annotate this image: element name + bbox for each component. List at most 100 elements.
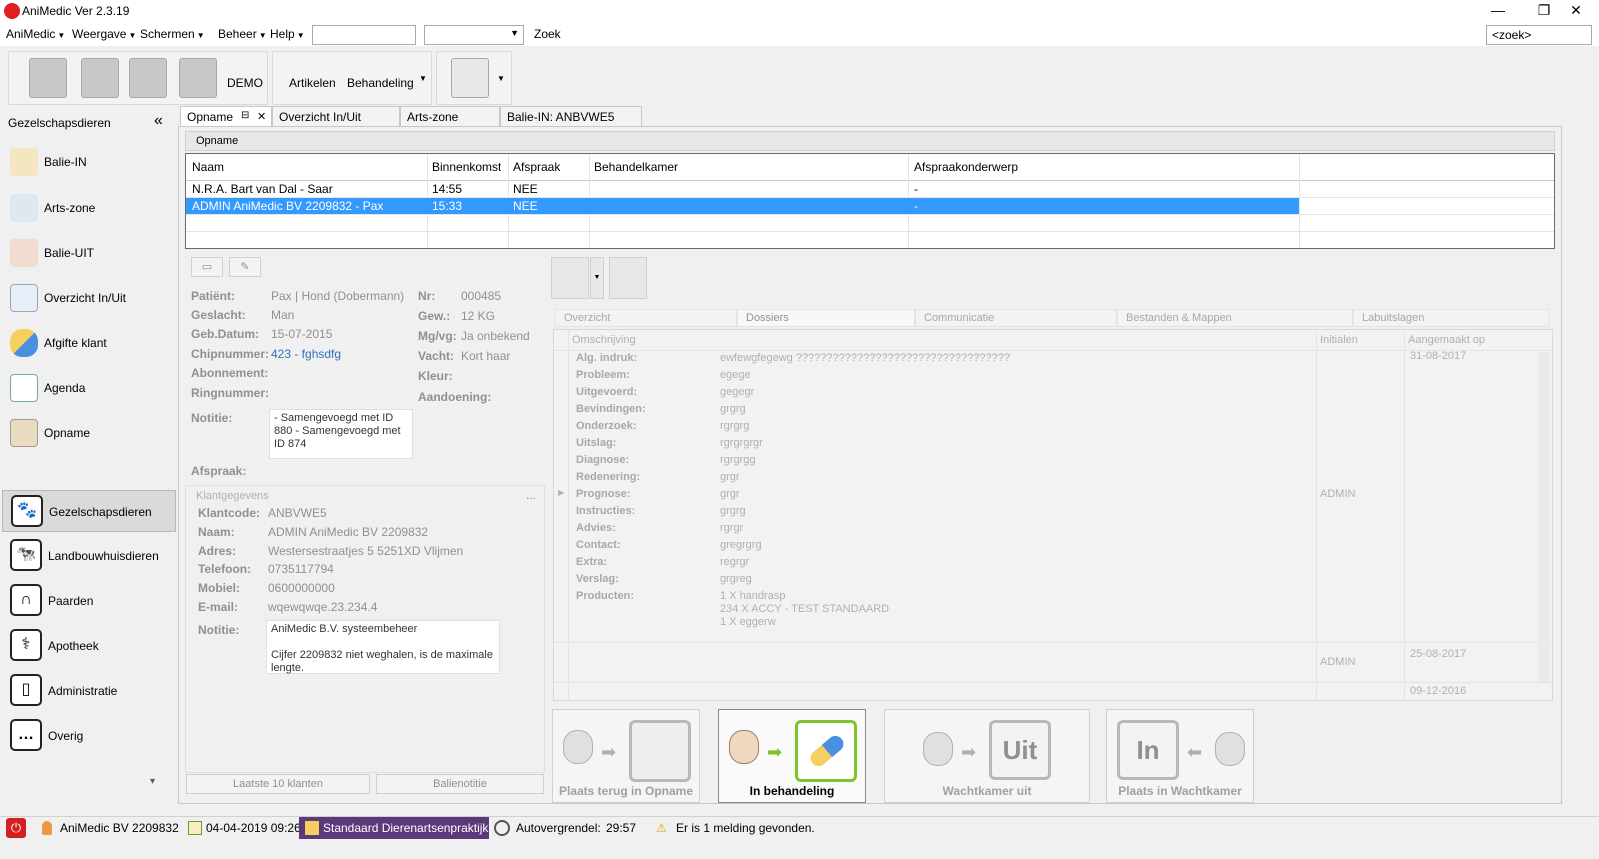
artikelen-button[interactable]: Artikelen	[289, 76, 336, 90]
category-landbouwhuisdieren[interactable]: 🐄 Landbouwhuisdieren	[2, 535, 176, 577]
menu-beheer[interactable]: Beheer ▼	[218, 27, 267, 41]
menu-schermen[interactable]: Schermen ▼	[140, 27, 205, 41]
row-2-naam[interactable]: ADMIN AniMedic BV 2209832 - Pax	[192, 199, 383, 213]
category-gezelschapsdieren[interactable]: 🐾 Gezelschapsdieren	[2, 490, 176, 532]
row-1-afspraak[interactable]: NEE	[513, 182, 538, 196]
new-dossier-icon[interactable]	[551, 257, 589, 299]
tab-balie-in[interactable]: Balie-IN: ANBVWE5	[500, 106, 642, 126]
quick-select[interactable]: ▼	[424, 25, 524, 45]
sidebar: Gezelschapsdieren « Balie-IN Arts-zone B…	[0, 108, 178, 816]
expand-row-icon[interactable]: ▶	[558, 488, 564, 497]
global-search-input[interactable]: <zoek>	[1486, 25, 1592, 45]
column-naam[interactable]: Naam	[192, 160, 224, 174]
dossier-field-value: egege	[720, 369, 751, 381]
sidebar-item-agenda[interactable]: Agenda	[8, 368, 172, 408]
label-ringnummer: Ringnummer:	[191, 386, 269, 400]
print-icon[interactable]: ▭	[191, 257, 223, 277]
sidebar-item-afgifte[interactable]: Afgifte klant	[8, 323, 172, 363]
power-icon[interactable]: ⏻	[6, 818, 26, 838]
row-1-binnenkomst[interactable]: 14:55	[432, 182, 462, 196]
edit-note-icon[interactable]: ✎	[229, 257, 261, 277]
close-window-button[interactable]: ✕	[1553, 0, 1599, 22]
calendar-icon	[10, 374, 38, 402]
status-message[interactable]: Er is 1 melding gevonden.	[676, 821, 815, 835]
row-2-onderwerp[interactable]: -	[914, 199, 918, 213]
behandeling-button[interactable]: Behandeling	[347, 76, 414, 90]
row-2-afspraak[interactable]: NEE	[513, 199, 538, 213]
tab-overzicht[interactable]: Overzicht In/Uit	[272, 106, 400, 126]
window-title: AniMedic Ver 2.3.19	[22, 4, 130, 18]
plaats-wachtkamer-button[interactable]: In ⬅ Plaats in Wachtkamer	[1106, 709, 1254, 803]
dossier-field-value: rgrgrgg	[720, 454, 756, 466]
edit-dossier-icon[interactable]	[609, 257, 647, 299]
laatste-klanten-button[interactable]: Laatste 10 klanten	[186, 774, 370, 794]
tab-overzicht-dossier[interactable]: Overzicht	[555, 309, 737, 327]
menu-weergave[interactable]: Weergave ▼	[72, 27, 136, 41]
tab-bestanden[interactable]: Bestanden & Mappen	[1117, 309, 1353, 327]
dossier-field-label: Redenering:	[576, 471, 641, 483]
value-chipnummer[interactable]: 423 - fghsdfg	[271, 347, 341, 361]
minimize-button[interactable]: —	[1475, 0, 1521, 22]
in-behandeling-button[interactable]: ➡ In behandeling	[718, 709, 866, 803]
row-1-naam[interactable]: N.R.A. Bart van Dal - Saar	[192, 182, 333, 196]
column-afspraakonderwerp[interactable]: Afspraakonderwerp	[914, 160, 1018, 174]
category-overig[interactable]: … Overig	[2, 715, 176, 757]
delete-icon[interactable]	[179, 58, 217, 98]
wachtkamer-uit-button[interactable]: ➡ Uit Wachtkamer uit	[884, 709, 1090, 803]
new-document-icon[interactable]	[29, 58, 67, 98]
copy-icon[interactable]	[451, 58, 489, 98]
balienotitie-button[interactable]: Balienotitie	[376, 774, 544, 794]
demo-label[interactable]: DEMO	[227, 76, 263, 90]
dossier-field-value: rgrgrgrgr	[720, 437, 763, 449]
horseshoe-icon: ∩	[10, 584, 42, 616]
category-apotheek[interactable]: ⚕ Apotheek	[2, 625, 176, 667]
sidebar-item-balie-uit[interactable]: Balie-UIT	[8, 233, 172, 273]
chevron-down-icon[interactable]: ▼	[590, 257, 604, 299]
chevron-down-icon[interactable]: ▼	[419, 74, 427, 83]
column-omschrijving[interactable]: Omschrijving	[572, 334, 636, 346]
practice-badge[interactable]: Standaard Dierenartsenpraktijk	[299, 817, 489, 839]
menu-animedic[interactable]: AniMedic ▼	[6, 27, 65, 41]
sidebar-item-arts-zone[interactable]: Arts-zone	[8, 188, 172, 228]
column-initialen[interactable]: Initialen	[1320, 334, 1358, 346]
klant-note[interactable]: AniMedic B.V. systeembeheer Cijfer 22098…	[266, 620, 500, 674]
sidebar-item-balie-in[interactable]: Balie-IN	[8, 142, 172, 182]
sidebar-item-opname[interactable]: Opname	[8, 413, 172, 453]
dossier-fields: Alg. indruk: ewfewgfegewg ???????????????…	[576, 352, 1306, 642]
tab-communicatie[interactable]: Communicatie	[915, 309, 1117, 327]
pin-icon[interactable]: ⊟	[241, 110, 249, 121]
label-email: E-mail:	[198, 600, 239, 614]
dossier-field-label: Advies:	[576, 522, 616, 534]
row-2-binnenkomst[interactable]: 15:33	[432, 199, 462, 213]
more-options-icon[interactable]: ...	[526, 488, 536, 502]
edit-icon[interactable]	[129, 58, 167, 98]
entry-1-initialen: ADMIN	[1320, 488, 1356, 500]
autolock-value: 29:57	[606, 821, 637, 835]
menu-help[interactable]: Help ▼	[270, 27, 305, 41]
dossier-field-value: grgr	[720, 471, 740, 483]
column-behandelkamer[interactable]: Behandelkamer	[594, 160, 678, 174]
column-afspraak[interactable]: Afspraak	[513, 160, 560, 174]
collapse-icon[interactable]: «	[154, 112, 163, 130]
status-bar: ⏻ AniMedic BV 2209832 04-04-2019 09:26 S…	[0, 816, 1599, 839]
label-naam: Naam:	[198, 525, 235, 539]
quick-input[interactable]	[312, 25, 416, 45]
tab-opname[interactable]: Opname ⊟ ✕	[180, 106, 272, 127]
save-icon[interactable]	[81, 58, 119, 98]
waiting-room-in-icon: In ⬅	[1115, 720, 1247, 782]
row-1-onderwerp[interactable]: -	[914, 182, 918, 196]
category-administratie[interactable]: ▯ Administratie	[2, 670, 176, 712]
tab-arts-zone[interactable]: Arts-zone	[400, 106, 500, 126]
dossier-scrollbar[interactable]	[1538, 352, 1550, 682]
plaats-terug-opname-button[interactable]: ➡ Plaats terug in Opname	[552, 709, 700, 803]
tab-dossiers[interactable]: Dossiers	[737, 309, 915, 327]
chevron-down-icon[interactable]: ▼	[497, 74, 505, 83]
column-aangemaakt[interactable]: Aangemaakt op	[1408, 334, 1485, 346]
sidebar-item-overzicht[interactable]: Overzicht In/Uit	[8, 278, 172, 318]
more-categories-icon[interactable]: ▾	[150, 776, 155, 787]
tab-labuitslagen[interactable]: Labuitslagen	[1353, 309, 1549, 327]
close-tab-icon[interactable]: ✕	[257, 110, 266, 123]
category-paarden[interactable]: ∩ Paarden	[2, 580, 176, 622]
patient-note[interactable]: - Samengevoegd met ID 880 - Samengevoegd…	[269, 409, 413, 459]
column-binnenkomst[interactable]: Binnenkomst	[432, 160, 501, 174]
